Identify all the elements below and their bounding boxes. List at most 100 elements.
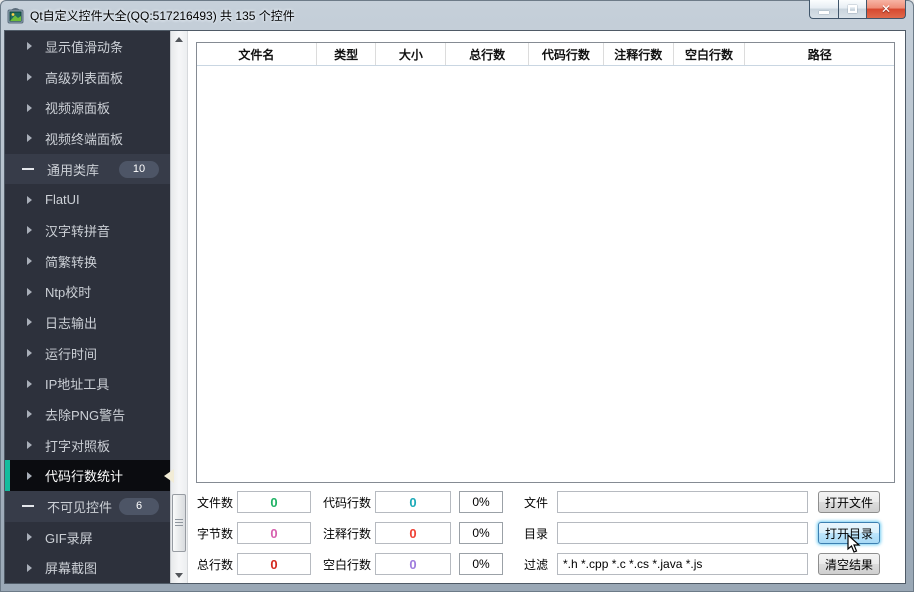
scrollbar-thumb[interactable] <box>172 494 186 552</box>
sidebar-item-label: 简繁转换 <box>45 254 98 270</box>
column-header-0[interactable]: 文件名 <box>197 43 317 65</box>
app-window: Qt自定义控件大全(QQ:517216493) 共 135 个控件 ✕ 显示值滑… <box>0 0 914 592</box>
sidebar-item-16[interactable]: GIF录屏 <box>5 522 170 553</box>
chevron-right-icon <box>27 379 32 388</box>
selected-marker-icon <box>164 468 174 483</box>
chevron-right-icon <box>27 318 32 327</box>
sidebar-item-0[interactable]: 显示值滑动条 <box>5 31 170 62</box>
total-lines-field[interactable] <box>237 553 311 575</box>
column-header-4[interactable]: 代码行数 <box>529 43 604 65</box>
column-header-2[interactable]: 大小 <box>376 43 447 65</box>
code-lines-field[interactable] <box>375 491 451 513</box>
dir-label: 目录 <box>524 526 549 541</box>
collapse-minus-icon <box>22 168 34 171</box>
chevron-right-icon <box>27 73 32 81</box>
clear-results-button[interactable]: 清空结果 <box>818 553 880 575</box>
sidebar-item-17[interactable]: 屏幕截图 <box>5 552 170 583</box>
column-header-6[interactable]: 空白行数 <box>674 43 746 65</box>
sidebar-item-13[interactable]: 打字对照板 <box>5 430 170 461</box>
stats-row-files: 文件数 代码行数 文件 打开文件 <box>188 491 905 513</box>
column-header-3[interactable]: 总行数 <box>446 43 530 65</box>
files-count-field[interactable] <box>237 491 311 513</box>
sidebar-item-label: 视频终端面板 <box>45 131 124 147</box>
sidebar-item-1[interactable]: 高级列表面板 <box>5 62 170 93</box>
collapse-minus-icon <box>22 505 34 508</box>
open-file-button[interactable]: 打开文件 <box>818 491 880 513</box>
sidebar-item-label: FlatUI <box>45 192 80 208</box>
minimize-button[interactable] <box>809 0 838 19</box>
sidebar-item-14-selected[interactable]: 代码行数统计 <box>5 460 174 492</box>
sidebar-item-9[interactable]: 日志输出 <box>5 307 170 338</box>
maximize-button[interactable] <box>838 0 867 19</box>
window-title: Qt自定义控件大全(QQ:517216493) 共 135 个控件 <box>30 8 295 23</box>
filter-label: 过滤 <box>524 557 549 572</box>
sidebar-item-label: 代码行数统计 <box>45 469 124 485</box>
column-header-label: 注释行数 <box>614 47 663 62</box>
stats-row-bytes: 字节数 注释行数 目录 打开目录 <box>188 522 905 544</box>
selected-accent-bar <box>5 460 10 492</box>
sidebar-item-7[interactable]: 简繁转换 <box>5 246 170 277</box>
arrow-down-icon <box>175 572 183 578</box>
column-header-label: 大小 <box>398 47 423 62</box>
sidebar-item-label: 汉字转拼音 <box>45 223 111 239</box>
chevron-right-icon <box>27 42 32 51</box>
app-icon <box>7 7 24 23</box>
chevron-right-icon <box>27 349 32 358</box>
count-badge: 6 <box>119 497 159 515</box>
sidebar-item-label: 通用类库 <box>47 162 100 178</box>
column-header-5[interactable]: 注释行数 <box>604 43 674 65</box>
sidebar-item-10[interactable]: 运行时间 <box>5 338 170 369</box>
column-header-1[interactable]: 类型 <box>317 43 377 65</box>
code-percent-field[interactable] <box>459 491 503 513</box>
open-dir-button[interactable]: 打开目录 <box>818 522 880 544</box>
titlebar[interactable]: Qt自定义控件大全(QQ:517216493) 共 135 个控件 ✕ <box>0 0 914 30</box>
code-lines-label: 代码行数 <box>322 495 371 510</box>
files-count-label: 文件数 <box>196 495 233 510</box>
dir-path-input[interactable] <box>557 522 808 544</box>
sidebar-item-12[interactable]: 去除PNG警告 <box>5 399 170 430</box>
sidebar-item-label: 显示值滑动条 <box>45 39 124 55</box>
column-header-label: 文件名 <box>238 47 275 62</box>
scrollbar-down-button[interactable] <box>171 567 187 583</box>
column-header-label: 路径 <box>807 47 832 62</box>
main-panel: 文件名类型大小总行数代码行数注释行数空白行数路径 文件数 代码行数 文件 打开文… <box>188 31 905 583</box>
bytes-count-field[interactable] <box>237 522 311 544</box>
sidebar-item-3[interactable]: 视频终端面板 <box>5 123 170 154</box>
blank-lines-field[interactable] <box>375 553 451 575</box>
sidebar-item-2[interactable]: 视频源面板 <box>5 92 170 123</box>
sidebar-item-4[interactable]: 通用类库 10 <box>5 153 170 185</box>
column-header-label: 空白行数 <box>685 47 734 62</box>
comment-percent-field[interactable] <box>459 522 503 544</box>
chevron-right-icon <box>27 134 32 143</box>
minimize-icon <box>819 10 829 14</box>
sidebar-item-8[interactable]: Ntp校时 <box>5 276 170 307</box>
filter-input[interactable] <box>557 553 808 575</box>
sidebar-item-5[interactable]: FlatUI <box>5 184 170 215</box>
chevron-right-icon <box>27 195 32 204</box>
file-label: 文件 <box>524 495 549 510</box>
comment-lines-field[interactable] <box>375 522 451 544</box>
file-path-input[interactable] <box>557 491 808 513</box>
close-button[interactable]: ✕ <box>867 0 906 19</box>
sidebar-scrollbar[interactable] <box>170 31 188 583</box>
sidebar-item-label: 屏幕截图 <box>45 561 98 577</box>
total-lines-label: 总行数 <box>196 557 233 572</box>
sidebar-item-11[interactable]: IP地址工具 <box>5 368 170 399</box>
count-badge: 10 <box>119 160 159 178</box>
sidebar-item-15[interactable]: 不可见控件 6 <box>5 491 170 522</box>
window-controls: ✕ <box>809 0 906 19</box>
close-icon: ✕ <box>880 2 892 16</box>
sidebar-item-label: 日志输出 <box>45 315 98 331</box>
scrollbar-up-button[interactable] <box>171 31 187 47</box>
sidebar-nav: 显示值滑动条高级列表面板视频源面板视频终端面板 通用类库 10 FlatUI 汉字转拼音… <box>5 31 174 583</box>
chevron-right-icon <box>27 287 32 296</box>
sidebar-item-label: GIF录屏 <box>45 530 93 546</box>
maximize-icon <box>848 5 857 13</box>
blank-percent-field[interactable] <box>459 553 503 575</box>
column-header-label: 代码行数 <box>541 47 590 62</box>
sidebar-item-6[interactable]: 汉字转拼音 <box>5 215 170 246</box>
sidebar-item-label: 视频源面板 <box>45 101 111 117</box>
column-header-label: 类型 <box>334 47 359 62</box>
sidebar-item-label: 不可见控件 <box>47 499 113 515</box>
column-header-7[interactable]: 路径 <box>745 43 894 65</box>
